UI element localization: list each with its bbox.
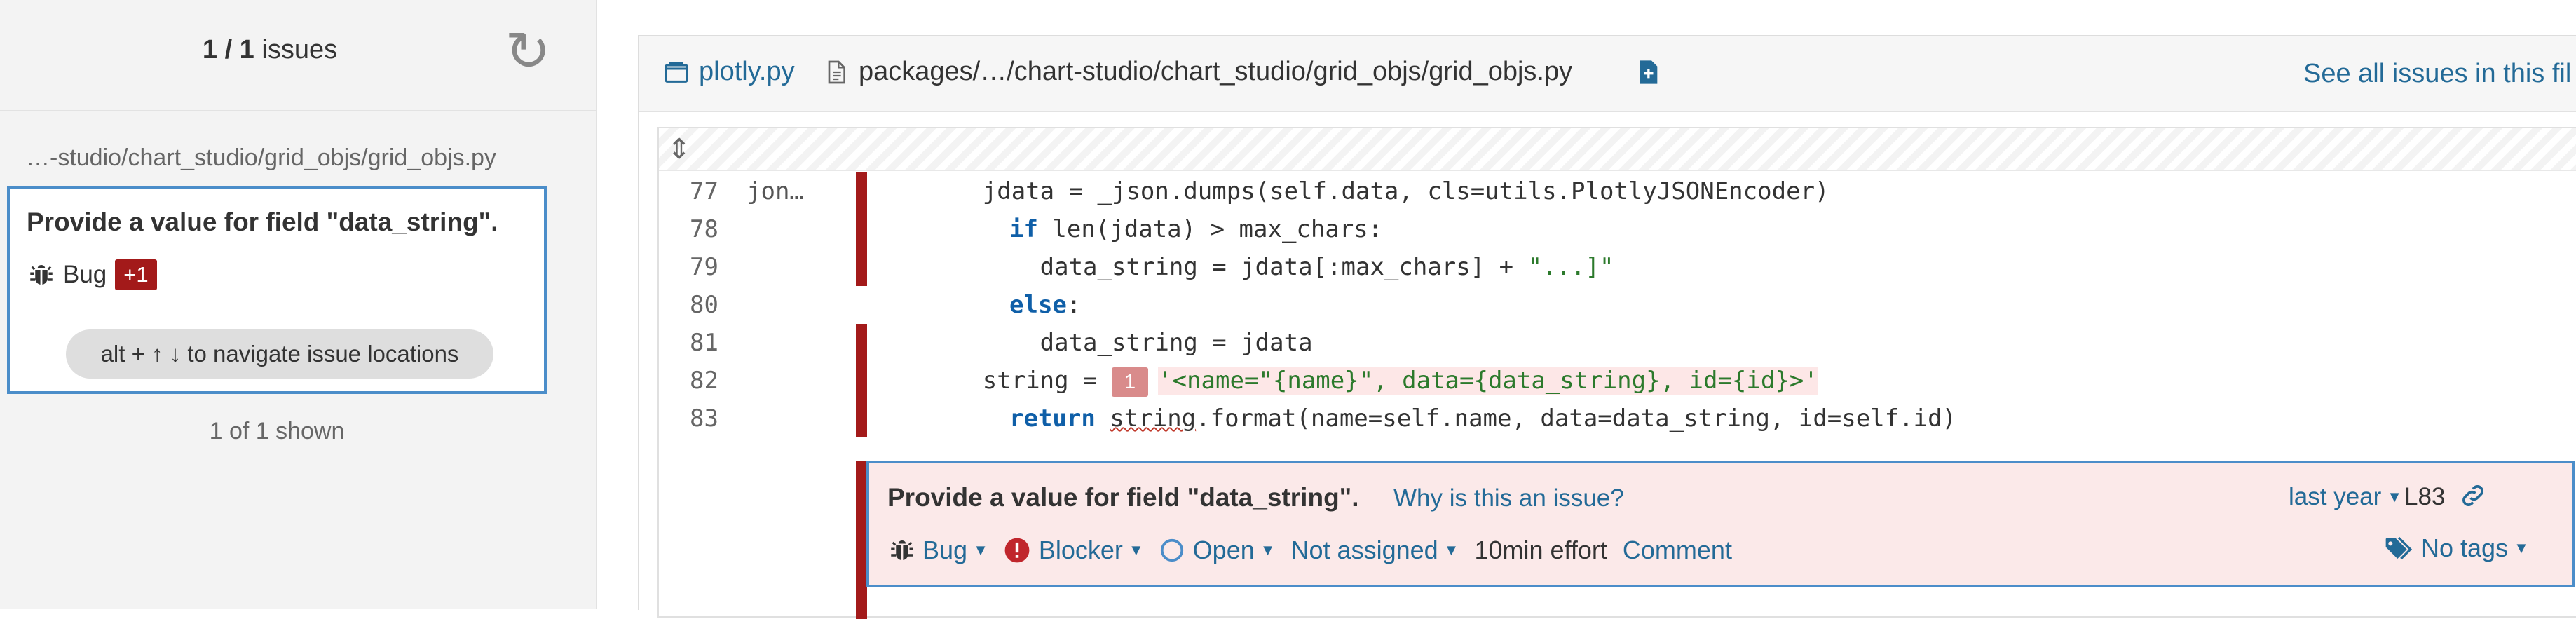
chevron-down-icon: ▼ xyxy=(2514,539,2529,557)
tag-icon xyxy=(2385,536,2413,560)
string-literal: "...]" xyxy=(1527,253,1614,281)
code-line: 79 data_string = jdata[:max_chars] + "..… xyxy=(659,248,2576,286)
file-icon xyxy=(828,60,845,83)
code-line: 80 else: xyxy=(659,286,2576,324)
see-all-issues-link[interactable]: See all issues in this fil xyxy=(2303,59,2571,89)
highlighted-string-literal[interactable]: '<name="{name}", data={data_string}, id=… xyxy=(1158,367,1818,395)
shown-count: 1 of 1 shown xyxy=(209,418,345,444)
breadcrumb-file: packages/…/chart-studio/chart_studio/gri… xyxy=(822,57,1572,87)
line-number[interactable]: 82 xyxy=(659,362,718,400)
issue-marker[interactable] xyxy=(856,248,867,286)
code-line: 82 string = 1 '<name="{name}", data={data… xyxy=(659,362,2576,400)
issue-marker[interactable] xyxy=(856,400,867,437)
issue-message[interactable]: Provide a value for field "data_string". xyxy=(27,208,498,237)
line-number[interactable]: 83 xyxy=(659,400,718,437)
issue-date-label[interactable]: last year xyxy=(2289,483,2381,511)
permalink-icon[interactable] xyxy=(2459,482,2487,516)
code-text: jdata = _json.dumps(self.data, cls=utils… xyxy=(868,177,1829,205)
issue-marker[interactable] xyxy=(856,172,867,210)
issue-marker xyxy=(856,461,867,619)
line-number[interactable]: 80 xyxy=(659,286,718,324)
code-fragment: data_string = jdata[:max_chars] + xyxy=(868,253,1528,281)
issue-marker[interactable] xyxy=(856,362,867,400)
issue-actions: Bug ▼ Blocker ▼ Open ▼ Not assigned ▼ 10min … xyxy=(887,532,1747,569)
code-text: return string.format(name=self.name, dat… xyxy=(1009,400,1956,437)
issue-message[interactable]: Provide a value for field "data_string". xyxy=(887,483,1359,512)
code-line: 83 return string.format(name=self.name, … xyxy=(659,400,2576,437)
code-viewer: plotly.py packages/…/chart-studio/chart_… xyxy=(638,35,2576,619)
code-fragment: len(jdata) > max_chars: xyxy=(1037,215,1383,243)
why-is-this-an-issue-link[interactable]: Why is this an issue? xyxy=(1393,484,1624,512)
issue-marker[interactable] xyxy=(856,210,867,248)
blocker-icon xyxy=(1004,538,1030,563)
issues-sidebar: 1 / 1 issues ↻ …-studio/chart_studio/gri… xyxy=(0,0,597,609)
status-dropdown[interactable]: Open ▼ xyxy=(1159,536,1276,565)
file-path: packages/…/chart-studio/chart_studio/gri… xyxy=(859,57,1573,86)
keyword: return xyxy=(1009,404,1096,433)
project-name[interactable]: plotly.py xyxy=(699,57,795,87)
code-text: string = 1 '<name="{name}", data={data_st… xyxy=(868,362,1818,400)
code-text: if len(jdata) > max_chars: xyxy=(1009,210,1382,248)
chevron-down-icon: ▼ xyxy=(1443,541,1459,559)
issue-type: Bug +1 xyxy=(27,257,157,293)
scm-author[interactable]: jon… xyxy=(747,172,804,210)
code-line: 81 data_string = jdata xyxy=(659,324,2576,362)
issue-line: L83 xyxy=(2404,483,2446,510)
expand-icon[interactable]: ⇕ xyxy=(667,134,691,165)
project-icon xyxy=(665,61,688,83)
source-code: ⇕ 77 jon… jdata = _json.dumps(self.data,… xyxy=(657,127,2576,619)
code-text: data_string = jdata xyxy=(868,329,1313,357)
severity-dropdown[interactable]: Blocker ▼ xyxy=(1004,536,1144,565)
comment-link[interactable]: Comment xyxy=(1623,536,1732,565)
chevron-down-icon: ▼ xyxy=(2387,488,2403,505)
tags-dropdown[interactable]: No tags ▼ xyxy=(2383,533,2529,563)
refresh-icon[interactable]: ↻ xyxy=(503,24,552,79)
keyword: if xyxy=(1009,215,1038,243)
code-line: 78 if len(jdata) > max_chars: xyxy=(659,210,2576,248)
issue-file-path: …-studio/chart_studio/grid_objs/grid_obj… xyxy=(26,144,496,171)
issue-type-dropdown[interactable]: Bug ▼ xyxy=(887,536,988,565)
copy-path-icon[interactable] xyxy=(1634,57,1662,91)
issues-count: 1 / 1 issues xyxy=(202,35,338,64)
line-number[interactable]: 77 xyxy=(659,172,718,210)
extra-locations-badge: +1 xyxy=(115,259,157,290)
chevron-down-icon: ▼ xyxy=(1260,541,1276,559)
open-status-icon xyxy=(1160,538,1183,562)
issue-type-label[interactable]: Bug xyxy=(922,536,967,565)
issue-location-number[interactable]: 1 xyxy=(1112,367,1149,397)
bug-icon xyxy=(30,265,53,285)
severity-label[interactable]: Blocker xyxy=(1039,536,1123,565)
code-fragment: .format(name=self.name, data=data_string… xyxy=(1196,404,1957,433)
code-fragment xyxy=(1096,404,1110,433)
keyword: else xyxy=(1009,291,1067,319)
chevron-down-icon: ▼ xyxy=(1128,541,1144,559)
issue-card-selected[interactable]: Provide a value for field "data_string".… xyxy=(7,186,547,394)
code-text: else: xyxy=(1009,286,1081,324)
divider xyxy=(0,110,596,111)
bug-icon xyxy=(891,540,913,560)
tags-label[interactable]: No tags xyxy=(2421,533,2508,563)
issue-date[interactable]: last year ▼ xyxy=(2289,483,2402,511)
assignee-dropdown[interactable]: Not assigned ▼ xyxy=(1291,536,1459,565)
assignee-label[interactable]: Not assigned xyxy=(1291,536,1438,565)
navigation-hint: alt + ↑ ↓ to navigate issue locations xyxy=(66,329,493,379)
code-line: 77 jon… jdata = _json.dumps(self.data, c… xyxy=(659,172,2576,210)
line-number[interactable]: 78 xyxy=(659,210,718,248)
code-fragment: : xyxy=(1066,291,1082,319)
flagged-token[interactable]: string xyxy=(1110,404,1196,433)
code-fragment: string = xyxy=(868,367,1112,395)
issue-type-label: Bug xyxy=(63,261,107,288)
breadcrumb-project[interactable]: plotly.py xyxy=(662,57,795,87)
issue-marker[interactable] xyxy=(856,324,867,362)
status-label[interactable]: Open xyxy=(1193,536,1255,565)
expand-code-bar[interactable]: ⇕ xyxy=(659,128,2576,171)
line-number[interactable]: 79 xyxy=(659,248,718,286)
code-text: data_string = jdata[:max_chars] + "...]" xyxy=(868,248,1614,286)
issue-detail-box[interactable]: Provide a value for field "data_string".… xyxy=(866,461,2575,587)
chevron-down-icon: ▼ xyxy=(973,541,988,559)
line-number[interactable]: 81 xyxy=(659,324,718,362)
file-header: plotly.py packages/…/chart-studio/chart_… xyxy=(639,36,2576,112)
effort-label: 10min effort xyxy=(1474,536,1607,564)
